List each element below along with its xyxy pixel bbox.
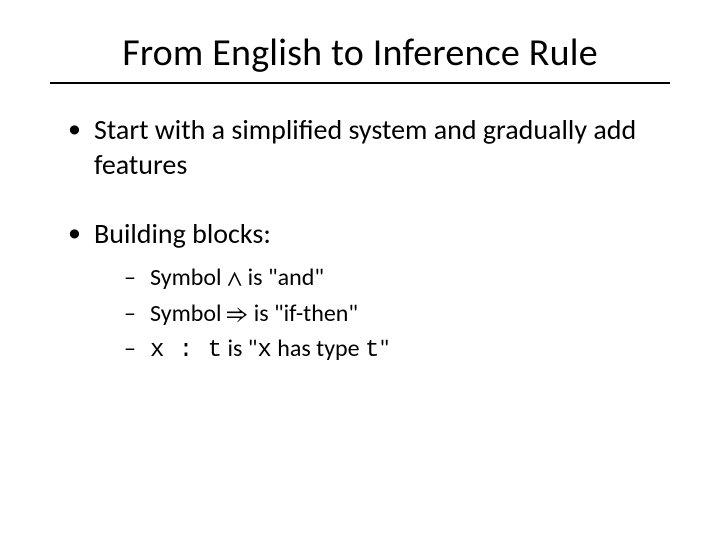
var-t: t [208, 337, 222, 364]
text: " [379, 334, 389, 363]
text: is " [222, 334, 257, 363]
var-t-2: t [365, 337, 379, 364]
sub-item-hastype: x : t is "x has type t" [124, 332, 670, 368]
bullet-text-1: Start with a simplified system and gradu… [94, 112, 636, 182]
bullet-item-2: Building blocks: Symbol ∧ is "and" Symbo… [68, 216, 670, 368]
text: has type [272, 334, 365, 363]
sub-item-and: Symbol ∧ is "and" [124, 261, 670, 297]
bullet-text-2: Building blocks: [94, 216, 271, 251]
text: is "if-then" [248, 299, 358, 328]
implies-symbol: ⇒ [227, 303, 248, 327]
and-symbol: ∧ [227, 267, 242, 291]
bullet-item-1: Start with a simplified system and gradu… [68, 112, 670, 182]
text: Symbol [150, 299, 227, 328]
sub-bullet-list: Symbol ∧ is "and" Symbol ⇒ is "if-then" … [94, 261, 670, 368]
colon: : [164, 337, 207, 364]
bullet-list: Start with a simplified system and gradu… [50, 112, 670, 368]
slide: From English to Inference Rule Start wit… [0, 0, 720, 540]
text: Symbol [150, 263, 227, 292]
title-underline [50, 82, 670, 84]
text: is "and" [242, 263, 324, 292]
var-x-2: x [257, 337, 271, 364]
sub-item-ifthen: Symbol ⇒ is "if-then" [124, 297, 670, 333]
var-x: x [150, 337, 164, 364]
slide-title: From English to Inference Rule [50, 30, 670, 76]
